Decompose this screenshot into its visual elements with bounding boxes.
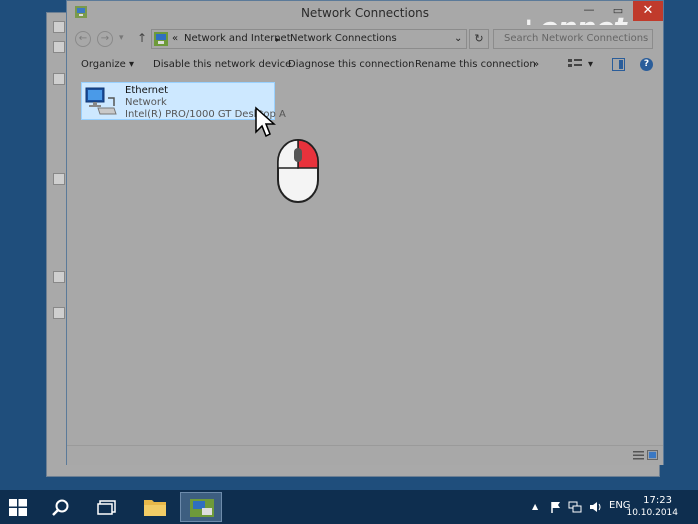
background-window-nav-icon [53, 41, 65, 53]
recent-locations-button[interactable]: ▾ [119, 33, 124, 43]
rename-connection-button[interactable]: Rename this connection [415, 59, 536, 70]
view-options-dropdown[interactable]: ▾ [588, 59, 593, 70]
address-bar[interactable]: « Network and Internet ▸ Network Connect… [151, 29, 467, 49]
preview-pane-icon[interactable] [612, 58, 625, 71]
ethernet-adapter-icon [85, 87, 117, 115]
help-icon[interactable]: ? [640, 58, 653, 71]
maximize-button[interactable]: ▭ [604, 1, 632, 21]
command-bar: Organize ▾ Disable this network device D… [67, 53, 663, 78]
taskbar: ▲ ENG 17:23 10.10.2014 [0, 490, 698, 524]
address-dropdown-icon[interactable]: ⌄ [454, 33, 462, 44]
file-explorer-taskbar-button[interactable] [135, 492, 177, 522]
network-connections-icon [190, 499, 214, 517]
navigation-bar: ← → ▾ ↑ « Network and Internet ▸ Network… [67, 25, 663, 53]
background-window-side-icon [53, 73, 65, 85]
disable-device-button[interactable]: Disable this network device [153, 59, 291, 70]
details-view-icon[interactable] [633, 450, 644, 460]
show-hidden-icons-button[interactable]: ▲ [532, 502, 538, 511]
action-center-flag-icon[interactable] [550, 501, 562, 513]
background-window-side-icon [53, 173, 65, 185]
back-button[interactable]: ← [75, 31, 91, 47]
refresh-button[interactable]: ↻ [469, 29, 489, 49]
volume-icon[interactable] [589, 501, 602, 513]
up-button[interactable]: ↑ [137, 31, 147, 45]
breadcrumb-network-connections[interactable]: Network Connections [290, 33, 397, 44]
network-connections-taskbar-button[interactable] [180, 492, 222, 522]
search-input[interactable]: Search Network Connections [493, 29, 653, 49]
breadcrumb-network-internet[interactable]: Network and Internet [184, 33, 291, 44]
status-bar [67, 445, 663, 465]
address-prefix: « [172, 33, 179, 44]
background-window-side-icon [53, 307, 65, 319]
change-view-icon[interactable] [568, 58, 582, 71]
search-icon[interactable] [52, 499, 70, 517]
left-click-mouse-icon [277, 139, 319, 203]
connections-list[interactable]: Ethernet Network Intel(R) PRO/1000 GT De… [67, 77, 663, 445]
mouse-pointer-icon [255, 106, 276, 138]
breadcrumb-separator[interactable]: ▸ [276, 35, 280, 44]
organize-menu[interactable]: Organize ▾ [81, 59, 134, 70]
clock-time[interactable]: 17:23 [643, 495, 672, 506]
close-button[interactable]: ✕ [633, 1, 663, 21]
clock-date[interactable]: 10.10.2014 [626, 508, 678, 518]
forward-button[interactable]: → [97, 31, 113, 47]
task-view-icon[interactable] [97, 500, 117, 515]
large-icons-view-icon[interactable] [647, 450, 658, 460]
background-window-side-icon [53, 271, 65, 283]
network-crumb-icon [154, 32, 168, 46]
network-tray-icon[interactable] [568, 501, 582, 513]
ethernet-connection-item[interactable]: Ethernet Network Intel(R) PRO/1000 GT De… [81, 82, 286, 120]
windows-start-icon[interactable] [9, 499, 27, 516]
more-commands-button[interactable]: » [533, 59, 539, 70]
folder-icon [144, 500, 166, 516]
connection-name: Ethernet [125, 85, 169, 96]
connection-status: Network [125, 97, 167, 108]
title-bar[interactable]: Network Connections +onnet — ▭ ✕ [67, 1, 663, 44]
diagnose-connection-button[interactable]: Diagnose this connection [288, 59, 414, 70]
network-connections-window: Network Connections +onnet — ▭ ✕ ← → ▾ ↑… [66, 0, 664, 465]
minimize-button[interactable]: — [575, 1, 603, 21]
background-window-icon [53, 21, 65, 33]
